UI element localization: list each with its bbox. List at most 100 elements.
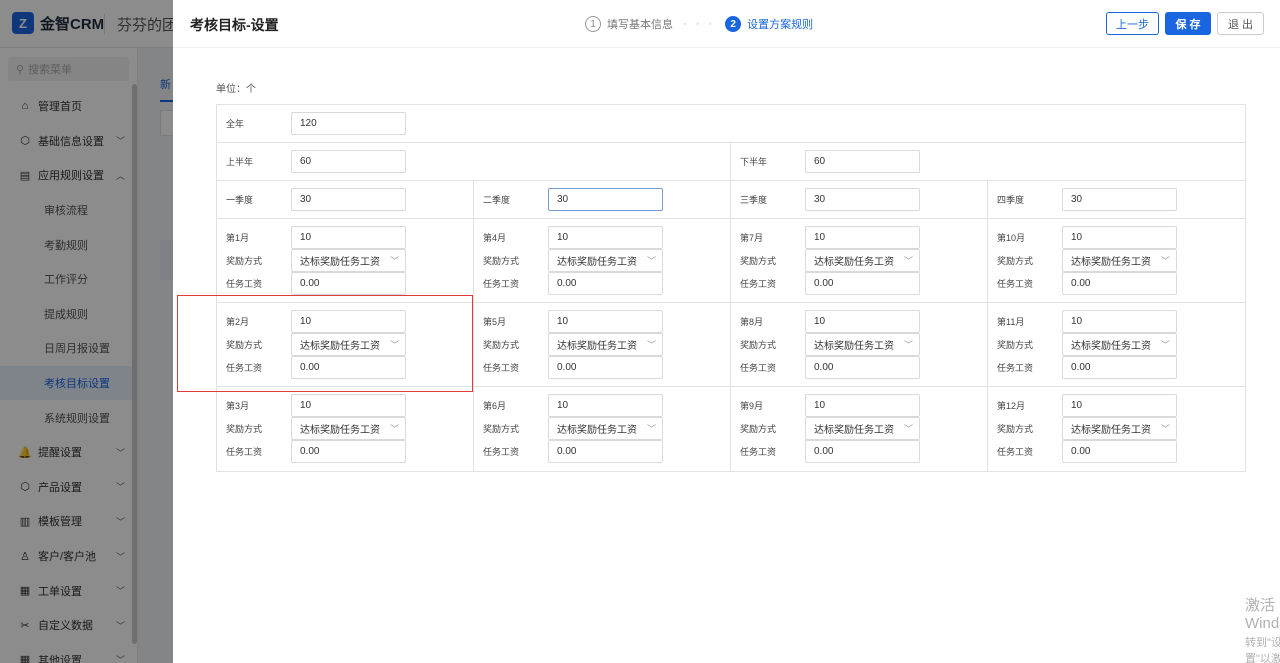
task-wage-label: 任务工资 [483, 363, 520, 373]
month-target-input[interactable]: 10 [291, 310, 406, 333]
settings-drawer: 考核目标-设置 1 填写基本信息 · · · 2 设置方案规则 上一步 保 存 … [173, 0, 1280, 663]
task-wage-input[interactable]: 0.00 [1062, 272, 1177, 295]
chevron-down-icon: ﹀ [646, 256, 656, 266]
watermark-subtitle: 转到"设置"以激活 Windows。 [1245, 637, 1280, 663]
reward-method-value: 达标奖励任务工资 [1071, 425, 1151, 436]
step-dots: · · · [683, 18, 716, 30]
half-year-row: 上半年 60 下半年 60 [217, 143, 1245, 181]
task-wage-input[interactable]: 0.00 [548, 440, 663, 463]
month-target-input[interactable]: 10 [805, 226, 920, 249]
reward-method-select[interactable]: 达标奖励任务工资 ﹀ [291, 333, 406, 356]
reward-method-label: 奖励方式 [997, 340, 1034, 350]
month-target-input[interactable]: 10 [548, 394, 663, 417]
task-wage-label: 任务工资 [740, 447, 777, 457]
year-label: 全年 [226, 119, 245, 129]
month-target-input[interactable]: 10 [805, 394, 920, 417]
quarter-target-input[interactable]: 30 [548, 188, 663, 211]
reward-method-value: 达标奖励任务工资 [557, 425, 637, 436]
reward-method-select[interactable]: 达标奖励任务工资 ﹀ [291, 417, 406, 440]
year-target-input[interactable]: 120 [291, 112, 406, 135]
chevron-down-icon: ﹀ [646, 424, 656, 434]
quarter-target-input[interactable]: 30 [291, 188, 406, 211]
reward-method-select[interactable]: 达标奖励任务工资 ﹀ [548, 249, 663, 272]
month-target-input[interactable]: 10 [1062, 310, 1177, 333]
exit-button[interactable]: 退 出 [1217, 12, 1264, 35]
month-cell: 第8月 10 奖励方式 达标奖励任务工资 ﹀ 任务工资 0.00 [731, 303, 988, 386]
task-wage-label: 任务工资 [997, 363, 1034, 373]
month-label: 第4月 [483, 233, 507, 243]
task-wage-input[interactable]: 0.00 [291, 272, 406, 295]
chevron-down-icon: ﹀ [903, 256, 913, 266]
reward-method-select[interactable]: 达标奖励任务工资 ﹀ [548, 417, 663, 440]
reward-method-label: 奖励方式 [483, 424, 520, 434]
first-half-input[interactable]: 60 [291, 150, 406, 173]
month-label: 第3月 [226, 401, 250, 411]
month-target-input[interactable]: 10 [291, 226, 406, 249]
chevron-down-icon: ﹀ [1160, 340, 1170, 350]
quarter-target-input[interactable]: 30 [1062, 188, 1177, 211]
reward-method-label: 奖励方式 [740, 424, 777, 434]
year-row: 全年 120 [217, 105, 1245, 143]
reward-method-label: 奖励方式 [226, 256, 263, 266]
task-wage-input[interactable]: 0.00 [805, 356, 920, 379]
task-wage-input[interactable]: 0.00 [291, 440, 406, 463]
task-wage-input[interactable]: 0.00 [1062, 440, 1177, 463]
task-wage-input[interactable]: 0.00 [805, 272, 920, 295]
month-row: 第1月 10 奖励方式 达标奖励任务工资 ﹀ 任务工资 0.00 第4月 10 奖励方式 达标奖励任… [217, 219, 1245, 303]
reward-method-select[interactable]: 达标奖励任务工资 ﹀ [805, 249, 920, 272]
month-cell: 第9月 10 奖励方式 达标奖励任务工资 ﹀ 任务工资 0.00 [731, 387, 988, 471]
month-target-input[interactable]: 10 [548, 226, 663, 249]
month-row: 第3月 10 奖励方式 达标奖励任务工资 ﹀ 任务工资 0.00 第6月 10 奖励方式 达标奖励任… [217, 387, 1245, 471]
task-wage-input[interactable]: 0.00 [291, 356, 406, 379]
task-wage-label: 任务工资 [226, 363, 263, 373]
chevron-down-icon: ﹀ [389, 424, 399, 434]
reward-method-value: 达标奖励任务工资 [814, 257, 894, 268]
month-label: 第11月 [997, 317, 1025, 327]
month-cell: 第11月 10 奖励方式 达标奖励任务工资 ﹀ 任务工资 0.00 [988, 303, 1245, 386]
reward-method-value: 达标奖励任务工资 [1071, 257, 1151, 268]
second-half-input[interactable]: 60 [805, 150, 920, 173]
chevron-down-icon: ﹀ [1160, 256, 1170, 266]
step-1-label: 填写基本信息 [607, 19, 673, 31]
chevron-down-icon: ﹀ [389, 340, 399, 350]
quarter-label: 二季度 [483, 195, 511, 205]
month-target-input[interactable]: 10 [291, 394, 406, 417]
reward-method-select[interactable]: 达标奖励任务工资 ﹀ [805, 333, 920, 356]
save-button[interactable]: 保 存 [1165, 12, 1211, 35]
reward-method-value: 达标奖励任务工资 [557, 257, 637, 268]
task-wage-input[interactable]: 0.00 [548, 272, 663, 295]
month-target-input[interactable]: 10 [548, 310, 663, 333]
reward-method-select[interactable]: 达标奖励任务工资 ﹀ [805, 417, 920, 440]
reward-method-select[interactable]: 达标奖励任务工资 ﹀ [548, 333, 663, 356]
reward-method-label: 奖励方式 [740, 256, 777, 266]
month-label: 第7月 [740, 233, 764, 243]
quarter-cell: 三季度 30 [731, 181, 988, 218]
month-target-input[interactable]: 10 [1062, 226, 1177, 249]
reward-method-value: 达标奖励任务工资 [300, 257, 380, 268]
month-target-input[interactable]: 10 [805, 310, 920, 333]
step-2-number: 2 [725, 16, 742, 32]
month-cell: 第4月 10 奖励方式 达标奖励任务工资 ﹀ 任务工资 0.00 [474, 219, 731, 302]
task-wage-input[interactable]: 0.00 [805, 440, 920, 463]
reward-method-select[interactable]: 达标奖励任务工资 ﹀ [1062, 333, 1177, 356]
reward-method-value: 达标奖励任务工资 [300, 341, 380, 352]
task-wage-input[interactable]: 0.00 [1062, 356, 1177, 379]
drawer-title: 考核目标-设置 [190, 17, 279, 33]
month-target-input[interactable]: 10 [1062, 394, 1177, 417]
task-wage-label: 任务工资 [483, 279, 520, 289]
task-wage-input[interactable]: 0.00 [548, 356, 663, 379]
month-label: 第12月 [997, 401, 1026, 411]
step-2-label: 设置方案规则 [747, 19, 814, 31]
reward-method-select[interactable]: 达标奖励任务工资 ﹀ [1062, 249, 1177, 272]
reward-method-select[interactable]: 达标奖励任务工资 ﹀ [1062, 417, 1177, 440]
chevron-down-icon: ﹀ [903, 340, 913, 350]
month-cell: 第10月 10 奖励方式 达标奖励任务工资 ﹀ 任务工资 0.00 [988, 219, 1245, 302]
reward-method-value: 达标奖励任务工资 [557, 341, 637, 352]
quarter-target-input[interactable]: 30 [805, 188, 920, 211]
prev-step-button[interactable]: 上一步 [1106, 12, 1159, 35]
month-cell: 第5月 10 奖励方式 达标奖励任务工资 ﹀ 任务工资 0.00 [474, 303, 731, 386]
reward-method-select[interactable]: 达标奖励任务工资 ﹀ [291, 249, 406, 272]
step-1-number: 1 [585, 16, 601, 32]
task-wage-label: 任务工资 [997, 447, 1034, 457]
reward-method-label: 奖励方式 [997, 424, 1034, 434]
